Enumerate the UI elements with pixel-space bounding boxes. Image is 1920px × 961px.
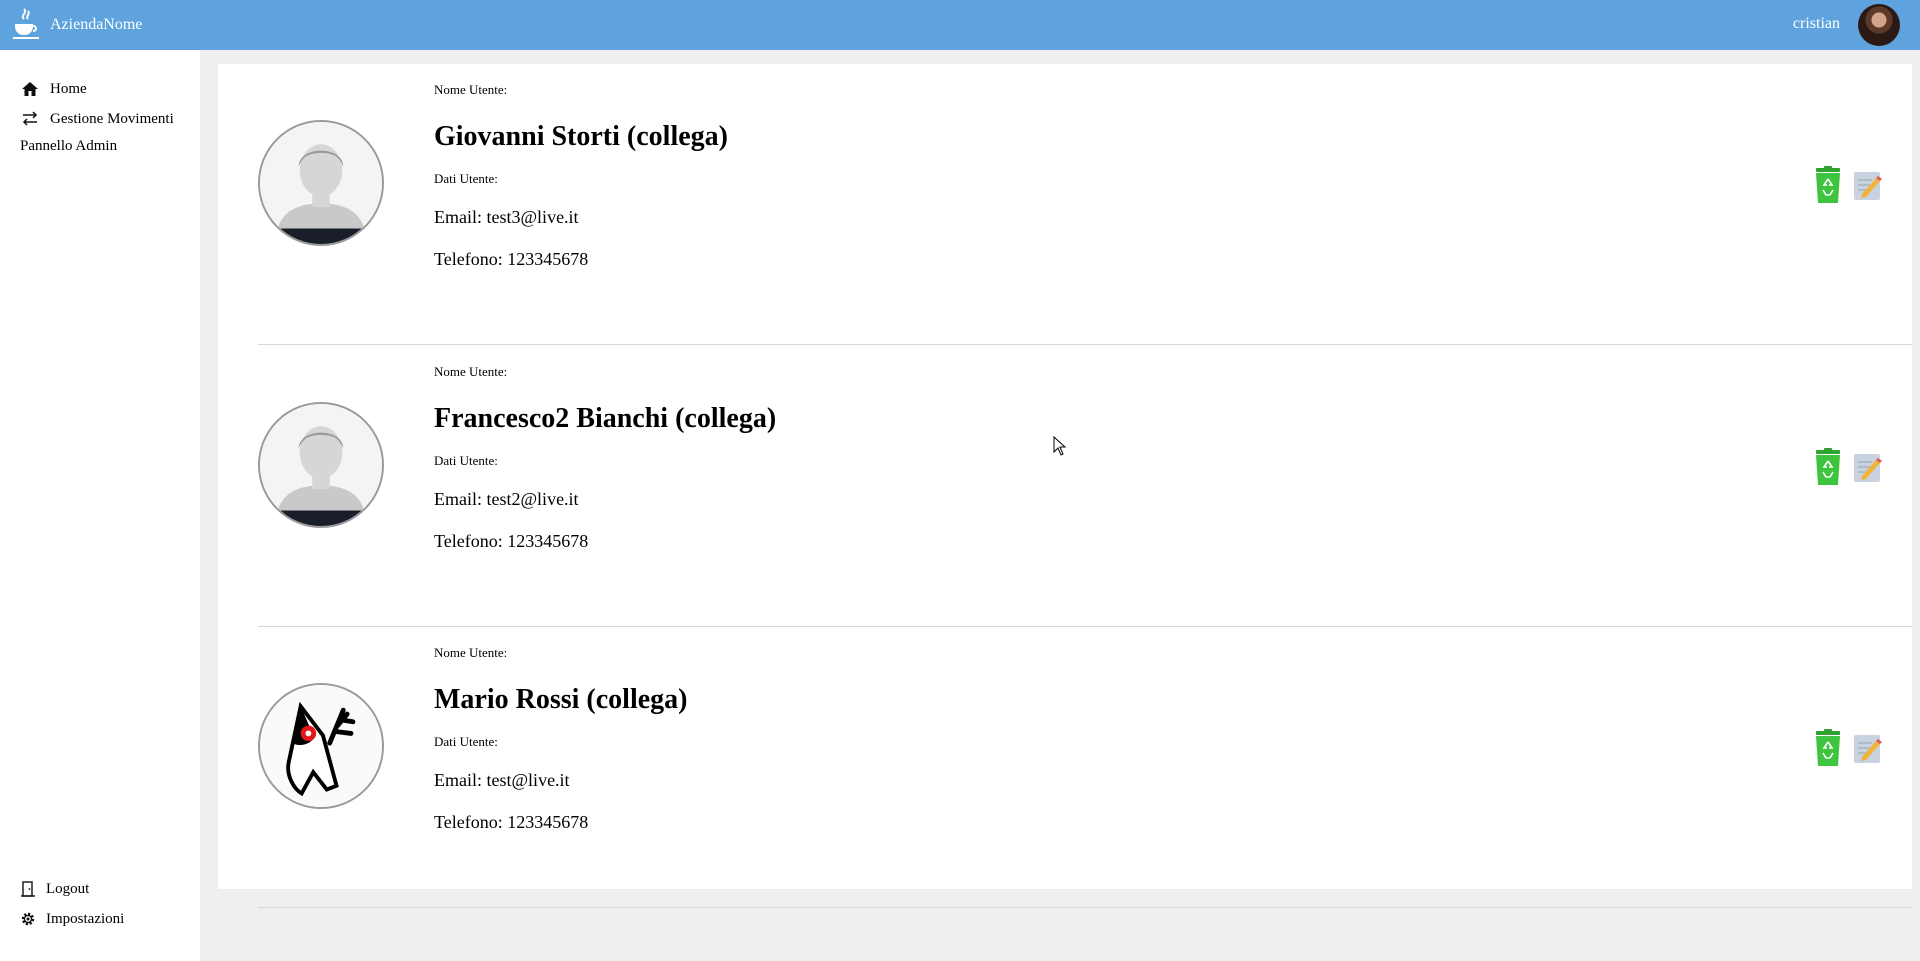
user-card: Nome Utente: Giovanni Storti (collega) D…	[258, 64, 1912, 345]
arrows-swap-icon	[22, 111, 38, 126]
sidebar: Home Gestione Movimenti Pannello Admin L…	[0, 50, 200, 961]
sidebar-item-logout[interactable]: Logout	[20, 880, 89, 898]
user-email: Email: test2@live.it	[434, 489, 579, 509]
user-actions	[1813, 448, 1882, 486]
user-actions	[1813, 166, 1882, 204]
user-info: Nome Utente: Giovanni Storti (collega) D…	[434, 82, 728, 270]
gear-icon	[21, 912, 35, 926]
sidebar-item-label: Logout	[46, 880, 90, 897]
user-data-label: Dati Utente:	[434, 453, 498, 468]
brand-name: AziendaNome	[50, 16, 143, 33]
home-icon	[22, 82, 38, 96]
user-name: Francesco2 Bianchi (collega)	[434, 403, 777, 434]
username-label: Nome Utente:	[434, 364, 508, 379]
user-actions	[1813, 729, 1882, 767]
user-name: cristian	[1792, 15, 1840, 32]
user-card: Nome Utente: Mario Rossi (collega) Dati …	[258, 627, 1912, 908]
user-phone: Telefono: 123345678	[434, 249, 589, 269]
avatar	[258, 402, 384, 528]
edit-icon[interactable]	[1852, 166, 1882, 204]
delete-recycle-icon[interactable]	[1813, 448, 1843, 486]
user-email: Email: test@live.it	[434, 770, 570, 790]
sidebar-item-home[interactable]: Home	[20, 80, 87, 98]
delete-recycle-icon[interactable]	[1813, 166, 1843, 204]
delete-recycle-icon[interactable]	[1813, 729, 1843, 767]
sidebar-item-impostazioni[interactable]: Impostazioni	[20, 910, 124, 928]
sidebar-item-label: Gestione Movimenti	[50, 110, 174, 127]
sidebar-item-label: Impostazioni	[46, 910, 125, 927]
sidebar-item-pannello-admin[interactable]: Pannello Admin	[20, 138, 117, 155]
user-email: Email: test3@live.it	[434, 207, 579, 227]
user-name: Giovanni Storti (collega)	[434, 121, 728, 152]
username-label: Nome Utente:	[434, 82, 508, 97]
java-cup-icon	[13, 8, 39, 39]
edit-icon[interactable]	[1852, 729, 1882, 767]
user-card: Nome Utente: Francesco2 Bianchi (collega…	[258, 346, 1912, 627]
default-user-icon	[260, 122, 382, 244]
avatar	[258, 683, 384, 809]
username-label: Nome Utente:	[434, 645, 508, 660]
top-bar: AziendaNome cristian	[0, 0, 1920, 50]
mouse-cursor-icon	[1053, 436, 1067, 456]
user-info: Nome Utente: Mario Rossi (collega) Dati …	[434, 645, 688, 833]
user-list: Nome Utente: Giovanni Storti (collega) D…	[218, 64, 1912, 908]
user-data-label: Dati Utente:	[434, 171, 498, 186]
user-phone: Telefono: 123345678	[434, 812, 589, 832]
user-avatar[interactable]	[1858, 4, 1900, 46]
default-user-icon	[260, 404, 382, 526]
user-phone: Telefono: 123345678	[434, 531, 589, 551]
avatar	[258, 120, 384, 246]
brand[interactable]: AziendaNome	[10, 5, 142, 45]
sidebar-item-label: Home	[50, 80, 87, 97]
user-data-label: Dati Utente:	[434, 734, 498, 749]
sidebar-item-gestione-movimenti[interactable]: Gestione Movimenti	[20, 110, 174, 128]
sidebar-item-label: Pannello Admin	[20, 138, 118, 154]
user-info: Nome Utente: Francesco2 Bianchi (collega…	[434, 364, 776, 552]
edit-icon[interactable]	[1852, 448, 1882, 486]
user-name: Mario Rossi (collega)	[434, 684, 688, 715]
door-icon	[21, 881, 35, 897]
java-duke-icon	[260, 685, 382, 807]
